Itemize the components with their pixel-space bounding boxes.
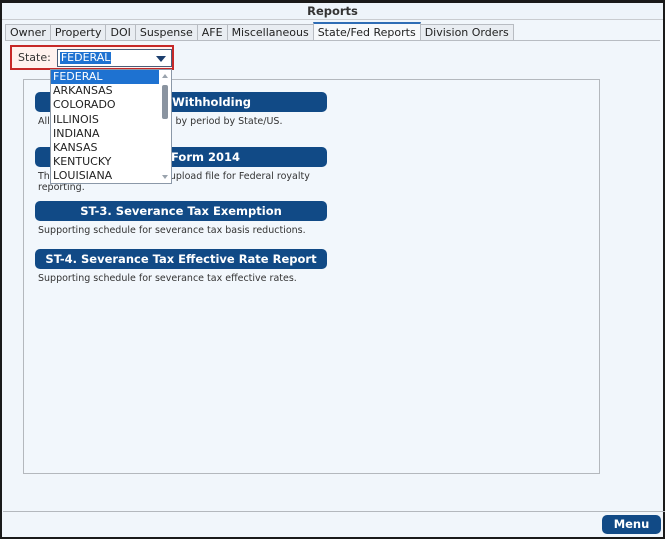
- tab-afe[interactable]: AFE: [197, 24, 228, 41]
- state-option-kansas[interactable]: KANSAS: [51, 141, 159, 155]
- tab-division-orders[interactable]: Division Orders: [420, 24, 514, 41]
- state-dropdown-list[interactable]: FEDERAL ARKANSAS COLORADO ILLINOIS INDIA…: [50, 69, 172, 184]
- state-option-colorado[interactable]: COLORADO: [51, 98, 159, 112]
- state-option-federal[interactable]: FEDERAL: [51, 70, 159, 85]
- report-title: p Withholding: [159, 95, 251, 109]
- tab-owner[interactable]: Owner: [5, 24, 51, 41]
- report-item: ST-3. Severance Tax Exemption Supporting…: [35, 201, 327, 236]
- chevron-down-icon[interactable]: [156, 55, 166, 62]
- state-option-illinois[interactable]: ILLINOIS: [51, 113, 159, 127]
- state-option-indiana[interactable]: INDIANA: [51, 127, 159, 141]
- tab-strip: Owner Property DOI Suspense AFE Miscella…: [5, 22, 514, 41]
- state-filter: State: FEDERAL: [10, 45, 174, 70]
- st3-severance-tax-exemption-button[interactable]: ST-3. Severance Tax Exemption: [35, 201, 327, 221]
- st4-severance-tax-effective-rate-button[interactable]: ST-4. Severance Tax Effective Rate Repor…: [35, 249, 327, 269]
- state-option-arkansas[interactable]: ARKANSAS: [51, 84, 159, 98]
- report-description: Supporting schedule for severance tax ba…: [38, 225, 306, 236]
- tab-suspense[interactable]: Suspense: [135, 24, 198, 41]
- state-label: State:: [18, 51, 51, 64]
- dropdown-scrollbar[interactable]: [159, 70, 171, 183]
- tab-property[interactable]: Property: [50, 24, 107, 41]
- scroll-up-icon[interactable]: [162, 74, 168, 78]
- tab-miscellaneous[interactable]: Miscellaneous: [227, 24, 314, 41]
- state-option-kentucky[interactable]: KENTUCKY: [51, 155, 159, 169]
- tab-divider: [5, 40, 660, 41]
- scroll-down-icon[interactable]: [162, 175, 168, 179]
- footer-divider: [3, 511, 665, 512]
- state-select[interactable]: FEDERAL: [56, 48, 172, 67]
- window-title: Reports: [2, 3, 663, 20]
- report-item: ST-4. Severance Tax Effective Rate Repor…: [35, 249, 327, 284]
- tab-state-fed-reports[interactable]: State/Fed Reports: [312, 22, 421, 41]
- scroll-thumb[interactable]: [162, 85, 168, 119]
- tab-doi[interactable]: DOI: [106, 24, 136, 41]
- report-description: Supporting schedule for severance tax ef…: [38, 273, 297, 284]
- menu-button[interactable]: Menu: [602, 515, 661, 534]
- state-selected-value: FEDERAL: [59, 50, 112, 64]
- state-option-louisiana[interactable]: LOUISIANA: [51, 169, 159, 183]
